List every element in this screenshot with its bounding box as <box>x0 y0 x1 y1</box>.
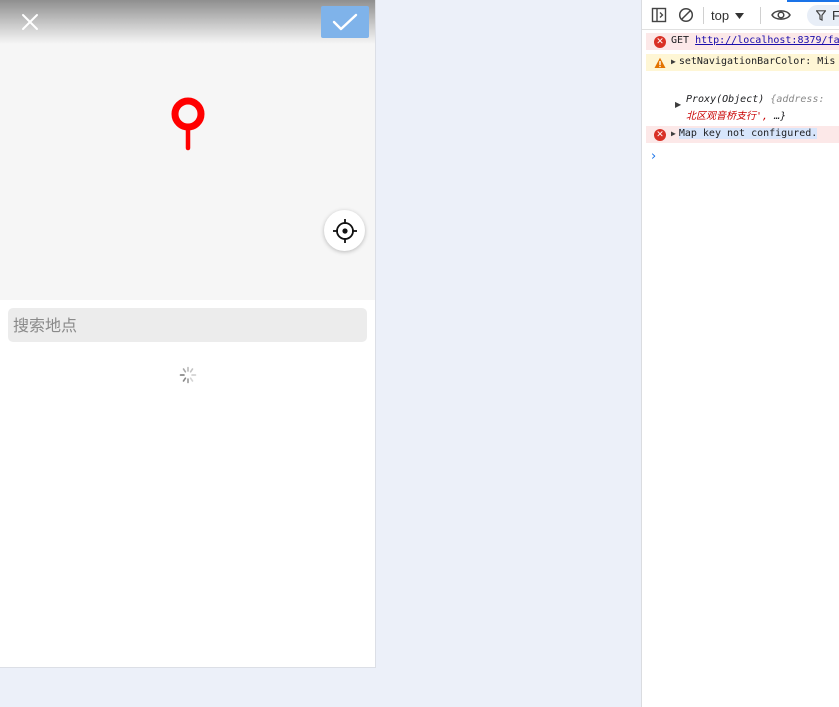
request-method: GET <box>671 35 690 46</box>
console-message-warning[interactable]: ▶ setNavigationBarColor: Mis <box>646 54 839 71</box>
filter-input[interactable]: F <box>807 5 839 26</box>
toolbar-separator <box>703 7 704 24</box>
error-text: Map key not configured. <box>678 128 818 139</box>
expand-arrow-icon[interactable]: ▶ <box>671 57 676 66</box>
search-input[interactable] <box>8 308 367 342</box>
check-icon <box>332 13 358 31</box>
toolbar-separator <box>760 7 761 24</box>
eye-icon <box>771 10 791 20</box>
error-icon: ✕ <box>654 129 666 141</box>
object-key-preview: {address: <box>770 94 825 105</box>
mobile-app-frame <box>0 0 376 668</box>
expand-arrow-icon[interactable]: ▶ <box>671 129 676 138</box>
dropdown-arrow-icon <box>735 12 745 19</box>
live-expression-button[interactable] <box>771 6 791 24</box>
map-top-shade <box>0 0 375 44</box>
object-type: Proxy(Object) <box>686 94 765 105</box>
object-ellipsis: …} <box>774 111 787 122</box>
request-url-link[interactable]: http://localhost:8379/fa <box>695 35 839 46</box>
error-icon: ✕ <box>654 36 666 48</box>
dock-sidebar-button[interactable] <box>650 6 668 24</box>
console-toolbar: top F <box>642 0 839 30</box>
console-message-error[interactable]: ✕ GET http://localhost:8379/fa <box>646 33 839 50</box>
warning-icon <box>654 57 666 68</box>
console-prompt[interactable]: › <box>651 149 656 164</box>
context-label: top <box>711 8 730 23</box>
console-object-preview[interactable]: Proxy(Object) {address: <box>686 94 825 105</box>
warning-text: setNavigationBarColor: Mis <box>678 56 836 67</box>
locate-button[interactable] <box>324 210 365 251</box>
map-pin-icon <box>171 97 205 151</box>
expand-arrow-icon[interactable]: ▶ <box>675 100 681 109</box>
clear-console-icon <box>678 7 694 23</box>
crosshair-icon <box>332 218 357 243</box>
object-string-value: 北区观音桥支行', <box>686 111 769 122</box>
filter-label: F <box>832 8 839 23</box>
map-view[interactable] <box>0 0 375 300</box>
close-button[interactable] <box>16 8 44 36</box>
console-message-error[interactable]: ✕ ▶ Map key not configured. <box>646 126 839 143</box>
dock-sidebar-icon <box>651 7 667 23</box>
close-icon <box>22 14 38 30</box>
search-box <box>8 308 367 342</box>
confirm-button[interactable] <box>321 6 369 38</box>
console-object-preview-line2: 北区观音桥支行', …} <box>686 107 786 122</box>
clear-console-button[interactable] <box>677 6 695 24</box>
filter-icon <box>816 10 826 21</box>
context-selector[interactable]: top <box>711 6 745 25</box>
spinner-icon <box>179 366 197 384</box>
